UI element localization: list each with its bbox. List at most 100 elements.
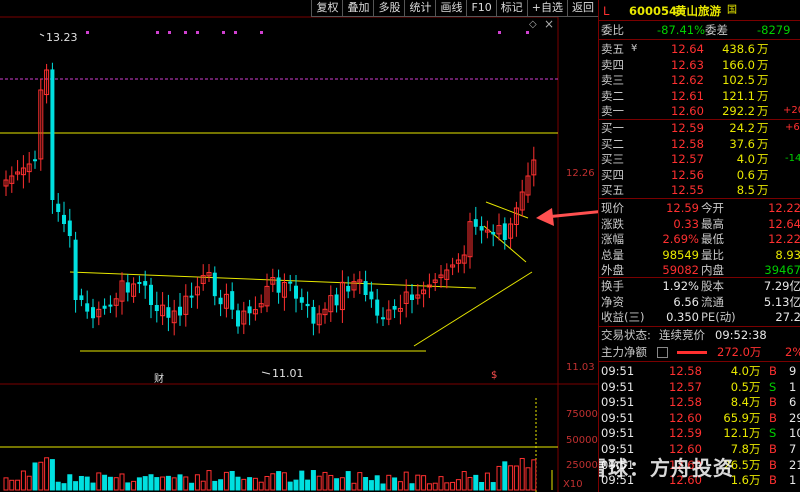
bid-level-row[interactable]: 买五 12.55 8.5 万 bbox=[599, 182, 800, 198]
bid-level-row[interactable]: 买四 12.56 0.6 万 bbox=[599, 167, 800, 183]
stat-value: 12.59 bbox=[666, 201, 699, 215]
volume-bar bbox=[479, 482, 485, 491]
ask-level-label: 卖五 bbox=[601, 42, 624, 56]
volume-bar bbox=[84, 476, 90, 491]
stat-row: 外盘 59082 内盘 39467 bbox=[599, 262, 800, 278]
kline-chart-svg[interactable] bbox=[0, 0, 598, 492]
volume-bar bbox=[252, 477, 258, 491]
bid-level-label: 买二 bbox=[601, 136, 624, 151]
ask-level-row[interactable]: 卖五 ¥12.64 438.6 万 bbox=[599, 41, 800, 57]
volume-bar bbox=[96, 472, 102, 491]
volume-bar bbox=[421, 475, 427, 491]
weicha-label: 委差 bbox=[705, 23, 728, 37]
mark-button[interactable]: 标记 bbox=[495, 0, 527, 17]
ask-price: 12.64 bbox=[671, 42, 704, 56]
tick-time: 09:51 bbox=[601, 426, 635, 441]
volume-bar bbox=[107, 476, 113, 491]
volume-bar bbox=[20, 470, 26, 491]
dividend-marker[interactable]: $ bbox=[491, 370, 497, 381]
candle-body bbox=[369, 291, 374, 300]
stat-label-2: 最高 bbox=[701, 216, 724, 231]
tick-count: 6 bbox=[789, 395, 797, 410]
candle-body bbox=[491, 231, 496, 235]
ask-level-row[interactable]: 卖二 12.61 121.1 万 bbox=[599, 88, 800, 104]
volume-bar bbox=[525, 467, 531, 491]
volume-bar bbox=[142, 476, 148, 491]
candle-body bbox=[305, 303, 310, 307]
f10-button[interactable]: F10 bbox=[466, 0, 496, 17]
restore-rights-button[interactable]: 复权 bbox=[311, 0, 343, 17]
bid-price: 12.56 bbox=[671, 167, 704, 182]
bid-price: 12.59 bbox=[671, 121, 704, 135]
volume-bar bbox=[55, 481, 61, 491]
stat-value-2: 12.64 bbox=[768, 216, 800, 231]
bid-level-row[interactable]: 买一 12.59 24.2万 +66 bbox=[599, 120, 800, 136]
stock-name[interactable]: 黄山旅游 bbox=[675, 3, 721, 19]
kline-chart-area[interactable]: 13.23 11.01 12.26 11.03 财 $ 75000 50000 … bbox=[0, 0, 598, 492]
volume-bar bbox=[73, 481, 79, 491]
fundamental-row: 换手 1.92% 股本 7.29亿 bbox=[599, 278, 800, 294]
volume-bar bbox=[206, 470, 212, 491]
ask-level-row[interactable]: 卖三 12.62 102.5 万 bbox=[599, 72, 800, 88]
candle-body bbox=[473, 219, 478, 227]
stat-label: 总量 bbox=[601, 247, 624, 262]
candle-body bbox=[137, 282, 142, 285]
volume-bar bbox=[409, 483, 415, 491]
bid-level-row[interactable]: 买二 12.58 37.6 万 bbox=[599, 136, 800, 152]
quote-panel: L 600054 黄山旅游 国 委比 -87.41% 委差 -8279 卖五 ¥1… bbox=[598, 0, 800, 492]
volume-bar bbox=[310, 470, 316, 491]
trade-status-label: 交易状态: bbox=[601, 328, 651, 342]
l-mark: L bbox=[603, 4, 610, 18]
draw-line-button[interactable]: 画线 bbox=[435, 0, 467, 17]
volume-bar bbox=[531, 459, 537, 491]
candle-body bbox=[166, 307, 171, 318]
volume-bar bbox=[519, 457, 525, 491]
bid-price: 12.58 bbox=[671, 136, 704, 151]
add-watchlist-button[interactable]: +自选 bbox=[526, 0, 567, 17]
volume-bar bbox=[461, 471, 467, 491]
statistics-button[interactable]: 统计 bbox=[404, 0, 436, 17]
candle-body bbox=[381, 317, 385, 320]
candle-body bbox=[73, 239, 78, 300]
tick-volume-unit: 万 bbox=[749, 379, 761, 394]
bid-volume-unit: 万 bbox=[757, 167, 769, 182]
stat-label-2: 最低 bbox=[701, 232, 724, 247]
bid-level-label: 买一 bbox=[601, 121, 624, 135]
ask-level-row[interactable]: 卖四 12.63 166.0 万 bbox=[599, 57, 800, 73]
annotation-arrow-head bbox=[536, 208, 554, 226]
stat-label-2: 内盘 bbox=[701, 263, 724, 278]
diamond-icon[interactable]: ◇ bbox=[529, 19, 537, 30]
volume-axis-50000: 50000 bbox=[566, 435, 598, 446]
financial-report-marker[interactable]: 财 bbox=[154, 370, 164, 385]
candle-body bbox=[189, 295, 194, 298]
tick-count: 21 bbox=[789, 457, 800, 472]
volume-bar bbox=[194, 474, 200, 491]
back-button[interactable]: 返回 bbox=[567, 0, 598, 17]
volume-bar bbox=[496, 465, 502, 491]
volume-bar bbox=[189, 482, 195, 491]
ask-level-row[interactable]: 卖一 12.60 292.2万 +20 bbox=[599, 103, 800, 119]
ask-price: 12.62 bbox=[671, 73, 704, 88]
price-axis-bottom: 11.03 bbox=[566, 362, 595, 373]
top-marker bbox=[222, 31, 225, 34]
overlay-button[interactable]: 叠加 bbox=[342, 0, 374, 17]
collapse-icon[interactable] bbox=[657, 347, 668, 358]
multi-stock-button[interactable]: 多股 bbox=[373, 0, 405, 17]
fundamental-label-2: 流通 bbox=[701, 294, 724, 309]
candle-body bbox=[50, 69, 55, 200]
fundamental-value: 6.56 bbox=[673, 294, 699, 309]
volume-bar bbox=[467, 476, 473, 491]
candle-body bbox=[154, 304, 159, 312]
close-icon[interactable]: × bbox=[544, 17, 554, 31]
volume-bar bbox=[484, 472, 490, 491]
tick-price: 12.59 bbox=[669, 426, 702, 441]
tick-count: 1 bbox=[789, 473, 797, 488]
candle-body bbox=[85, 303, 90, 312]
bid-level-label: 买五 bbox=[601, 183, 624, 198]
bid-level-row[interactable]: 买三 12.57 4.0 万 -14 bbox=[599, 151, 800, 167]
tick-side: S bbox=[769, 426, 777, 441]
volume-bar bbox=[351, 482, 357, 491]
bid-volume: 8.5 bbox=[736, 183, 755, 198]
candle-body bbox=[479, 226, 484, 231]
stock-name-suffix: 国 bbox=[727, 5, 737, 16]
